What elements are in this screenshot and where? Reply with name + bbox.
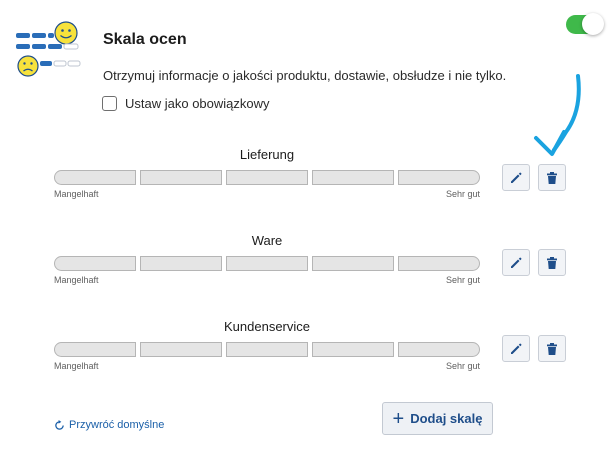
pencil-icon [511,343,522,354]
delete-scale-button-lieferung[interactable] [538,164,566,191]
scale-segments [54,256,480,271]
scale-segments [54,170,480,185]
refresh-icon [55,419,64,430]
scale-segment [312,342,394,357]
trash-icon [547,256,557,269]
scale-segment [398,170,480,185]
scale-segment [140,342,222,357]
add-scale-label: Dodaj skalę [410,411,483,426]
toggle-knob [582,13,604,35]
scale-name: Ware [251,233,283,248]
mandatory-checkbox-row[interactable]: Ustaw jako obowiązkowy [102,96,270,111]
scale-segments [54,342,480,357]
mandatory-checkbox-label: Ustaw jako obowiązkowy [125,96,270,111]
edit-scale-button-ware[interactable] [502,249,530,276]
edit-scale-button-lieferung[interactable] [502,164,530,191]
scale-min-label: Mangelhaft [54,275,99,285]
reset-defaults-link[interactable]: Przywróć domyślne [54,419,164,431]
scale-max-label: Sehr gut [445,189,480,199]
scale-segment [54,256,136,271]
reset-defaults-label: Przywróć domyślne [69,419,165,431]
delete-scale-button-ware[interactable] [538,249,566,276]
scale-segment [54,170,136,185]
scale-name: Kundenservice [224,319,310,334]
scale-segment [54,342,136,357]
scale-min-label: Mangelhaft [54,189,99,199]
delete-scale-button-kundenservice[interactable] [538,335,566,362]
scale-min-label: Mangelhaft [54,361,99,371]
scale-name: Lieferung [239,147,295,162]
add-scale-button[interactable]: + Dodaj skalę [382,402,493,435]
annotation-arrow-icon [534,74,581,156]
scale-segment [226,256,308,271]
scale-segment [312,170,394,185]
scale-segment [140,170,222,185]
trash-icon [547,171,557,184]
scale-max-label: Sehr gut [445,361,480,371]
mandatory-checkbox[interactable] [102,96,117,111]
plus-icon: + [392,407,405,430]
pencil-icon [511,172,522,183]
section-title: Skala ocen [103,31,187,48]
rating-scale-kundenservice: Kundenservice Mangelhaft Sehr gut [54,319,480,371]
trash-icon [547,342,557,355]
pencil-icon [511,257,522,268]
scale-segment [140,256,222,271]
section-description: Otrzymuj informacje o jakości produktu, … [103,68,507,83]
rating-scale-toggle[interactable] [566,13,604,35]
edit-scale-button-kundenservice[interactable] [502,335,530,362]
scale-segment [398,342,480,357]
scale-segment [226,342,308,357]
rating-scale-ware: Ware Mangelhaft Sehr gut [54,233,480,285]
rating-scale-logo-icon [16,21,81,77]
rating-scale-lieferung: Lieferung Mangelhaft Sehr gut [54,147,480,199]
scale-segment [398,256,480,271]
scale-segment [312,256,394,271]
scale-max-label: Sehr gut [445,275,480,285]
scale-segment [226,170,308,185]
